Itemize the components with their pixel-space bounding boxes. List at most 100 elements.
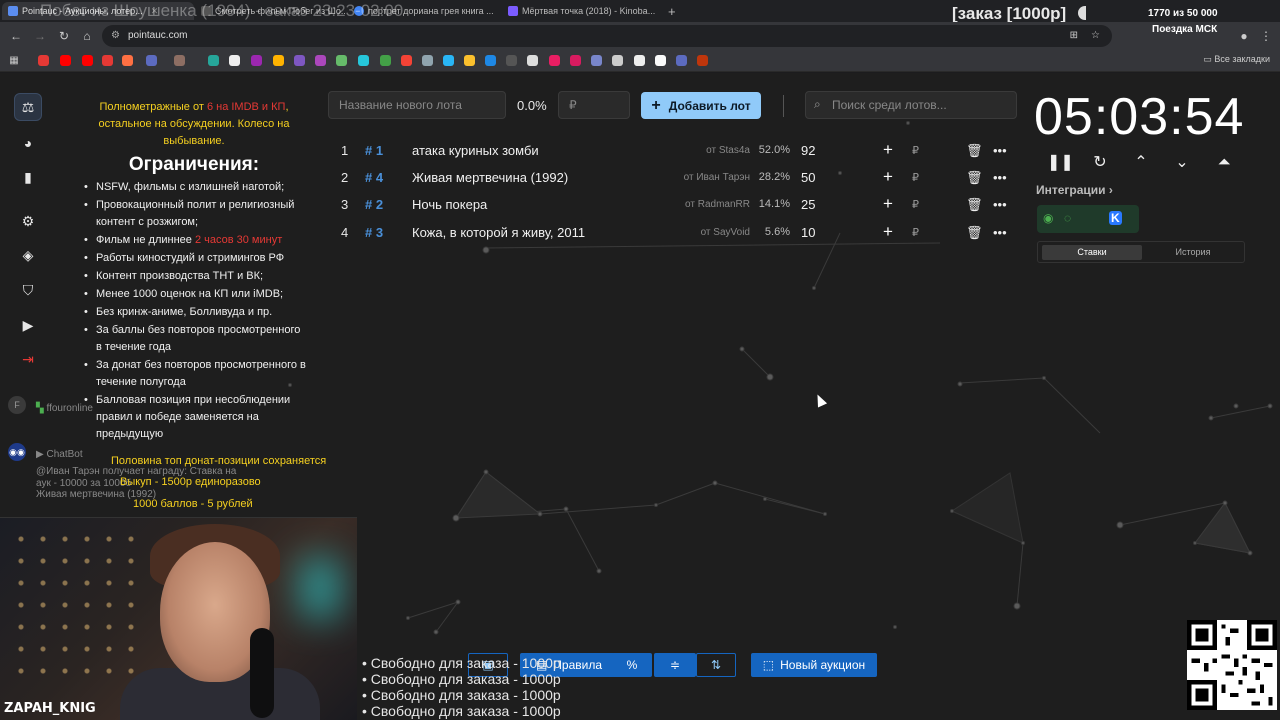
add-to-lot-button[interactable]: +: [883, 194, 893, 214]
vk-live-icon[interactable]: K: [1109, 211, 1122, 225]
integrations-link[interactable]: Интеграции ›: [1036, 183, 1113, 197]
bookmark-icon[interactable]: [591, 55, 602, 66]
browser-tab-kinobase[interactable]: Мёртвая точка (2018) - Kinoba... ✕: [502, 2, 662, 20]
lot-name[interactable]: атака куриных зомби: [412, 143, 539, 158]
auction-hammer-icon[interactable]: ⚖: [14, 93, 42, 121]
integrations-label: Интеграции: [1036, 183, 1106, 197]
bookmark-icon[interactable]: [527, 55, 538, 66]
bookmark-icon[interactable]: [443, 55, 454, 66]
bookmark-icon[interactable]: [273, 55, 284, 66]
bookmark-icon[interactable]: [294, 55, 305, 66]
add-to-lot-button[interactable]: +: [883, 140, 893, 160]
site-info-icon[interactable]: ⚙: [111, 25, 120, 47]
add-lot-button[interactable]: + Добавить лот: [641, 92, 761, 119]
percent-toggle-button[interactable]: %: [612, 653, 652, 677]
restriction-item: Провокационный полит и религиозный конте…: [80, 197, 308, 231]
delete-trash-icon[interactable]: 🗑: [966, 170, 983, 186]
chevron-up-icon[interactable]: ⌃: [1129, 151, 1153, 175]
pause-icon[interactable]: ❚❚: [1047, 151, 1074, 175]
bookmark-icon[interactable]: [102, 55, 113, 66]
bookmark-icon[interactable]: [146, 55, 157, 66]
statistics-bar-icon[interactable]: ▮: [14, 163, 42, 191]
bookmark-icon[interactable]: [655, 55, 666, 66]
lot-amount-input[interactable]: [558, 91, 630, 119]
bookmark-icon[interactable]: [358, 55, 369, 66]
browser-menu-icon[interactable]: ⋮: [1258, 28, 1274, 44]
rouble-icon[interactable]: ₽: [912, 198, 919, 211]
bookmark-icon[interactable]: [336, 55, 347, 66]
bookmark-star-icon[interactable]: ☆: [1091, 25, 1100, 47]
bookmark-icon[interactable]: [570, 55, 581, 66]
back-arrow-icon[interactable]: ←: [8, 28, 24, 44]
goal-progress-pill: [1078, 6, 1086, 20]
bookmark-icon[interactable]: [422, 55, 433, 66]
chevron-down-icon[interactable]: ⌄: [1170, 151, 1194, 175]
youtube-bookmark-icon[interactable]: [60, 55, 71, 66]
logout-icon[interactable]: ⇥: [14, 345, 42, 373]
double-chevron-up-icon[interactable]: ⏶: [1212, 151, 1236, 175]
mail-bookmark-icon[interactable]: [122, 55, 133, 66]
lot-name[interactable]: Живая мертвечина (1992): [412, 170, 568, 185]
add-to-lot-button[interactable]: +: [883, 222, 893, 242]
bookmark-icon[interactable]: [676, 55, 687, 66]
url-field[interactable]: ⚙ pointauc.com ☆ ⊞: [102, 25, 1112, 47]
vk-bookmark-icon[interactable]: [485, 55, 496, 66]
tab-history[interactable]: История: [1144, 245, 1242, 260]
twitch-bookmark-icon[interactable]: [251, 55, 262, 66]
more-options-icon[interactable]: •••: [993, 143, 1007, 158]
lot-search-box[interactable]: ⌕: [805, 91, 1017, 119]
lot-amount[interactable]: 92: [801, 143, 815, 158]
delete-trash-icon[interactable]: 🗑: [966, 143, 983, 159]
reload-icon[interactable]: ↻: [56, 28, 72, 44]
lot-amount[interactable]: 10: [801, 225, 815, 240]
profile-avatar-icon[interactable]: ●: [1236, 28, 1252, 44]
lot-search-input[interactable]: [832, 92, 1012, 118]
rouble-icon[interactable]: ₽: [912, 226, 919, 239]
donation-alerts-icon[interactable]: ◉: [1043, 211, 1053, 225]
lot-amount[interactable]: 25: [801, 197, 815, 212]
more-options-icon[interactable]: •••: [993, 197, 1007, 212]
all-bookmarks-link[interactable]: ▭ Все закладки: [1203, 54, 1270, 65]
new-auction-button[interactable]: ⬚ Новый аукцион: [751, 653, 877, 677]
more-options-icon[interactable]: •••: [993, 170, 1007, 185]
bookmark-icon[interactable]: [697, 55, 708, 66]
apps-grid-icon[interactable]: ▦: [6, 53, 22, 69]
rouble-icon[interactable]: ₽: [912, 144, 919, 157]
forward-arrow-icon[interactable]: →: [32, 28, 48, 44]
bookmark-icon[interactable]: [401, 55, 412, 66]
bookmark-icon[interactable]: [612, 55, 623, 66]
translate-icon[interactable]: ⊞: [1070, 25, 1078, 47]
lot-name[interactable]: Ночь покера: [412, 197, 487, 212]
new-tab-button[interactable]: +: [662, 2, 682, 20]
tab-bets[interactable]: Ставки: [1042, 245, 1142, 260]
bookmark-icon[interactable]: [38, 55, 49, 66]
video-library-icon[interactable]: ▶: [14, 311, 42, 339]
reset-timer-icon[interactable]: ↻: [1088, 151, 1112, 175]
shield-check-icon[interactable]: ⛉: [14, 276, 42, 304]
home-icon[interactable]: ⌂: [79, 28, 95, 44]
bookmark-icon[interactable]: [174, 55, 185, 66]
bookmark-icon[interactable]: [315, 55, 326, 66]
more-options-icon[interactable]: •••: [993, 225, 1007, 240]
wheel-chart-icon[interactable]: ◕: [14, 129, 42, 157]
settings-gear-icon[interactable]: ⚙: [14, 207, 42, 235]
status-circle-icon[interactable]: ◌: [1064, 211, 1071, 225]
lot-name[interactable]: Кожа, в которой я живу, 2011: [412, 225, 585, 240]
youtube-bookmark-icon[interactable]: [82, 55, 93, 66]
split-icon[interactable]: ≑: [654, 653, 696, 677]
delete-trash-icon[interactable]: 🗑: [966, 197, 983, 213]
new-lot-name-input[interactable]: [328, 91, 506, 119]
bookmark-icon[interactable]: [549, 55, 560, 66]
bookmark-icon[interactable]: [380, 55, 391, 66]
lot-amount[interactable]: 50: [801, 170, 815, 185]
bookmark-icon[interactable]: [208, 55, 219, 66]
rouble-icon[interactable]: ₽: [912, 171, 919, 184]
bookmark-icon[interactable]: [634, 55, 645, 66]
bookmark-icon[interactable]: [506, 55, 517, 66]
delete-trash-icon[interactable]: 🗑: [966, 225, 983, 241]
add-to-lot-button[interactable]: +: [883, 167, 893, 187]
bookmark-icon[interactable]: [229, 55, 240, 66]
sort-arrows-icon[interactable]: ⇅: [696, 653, 736, 677]
bookmark-icon[interactable]: [464, 55, 475, 66]
layers-icon[interactable]: ◈: [14, 241, 42, 269]
